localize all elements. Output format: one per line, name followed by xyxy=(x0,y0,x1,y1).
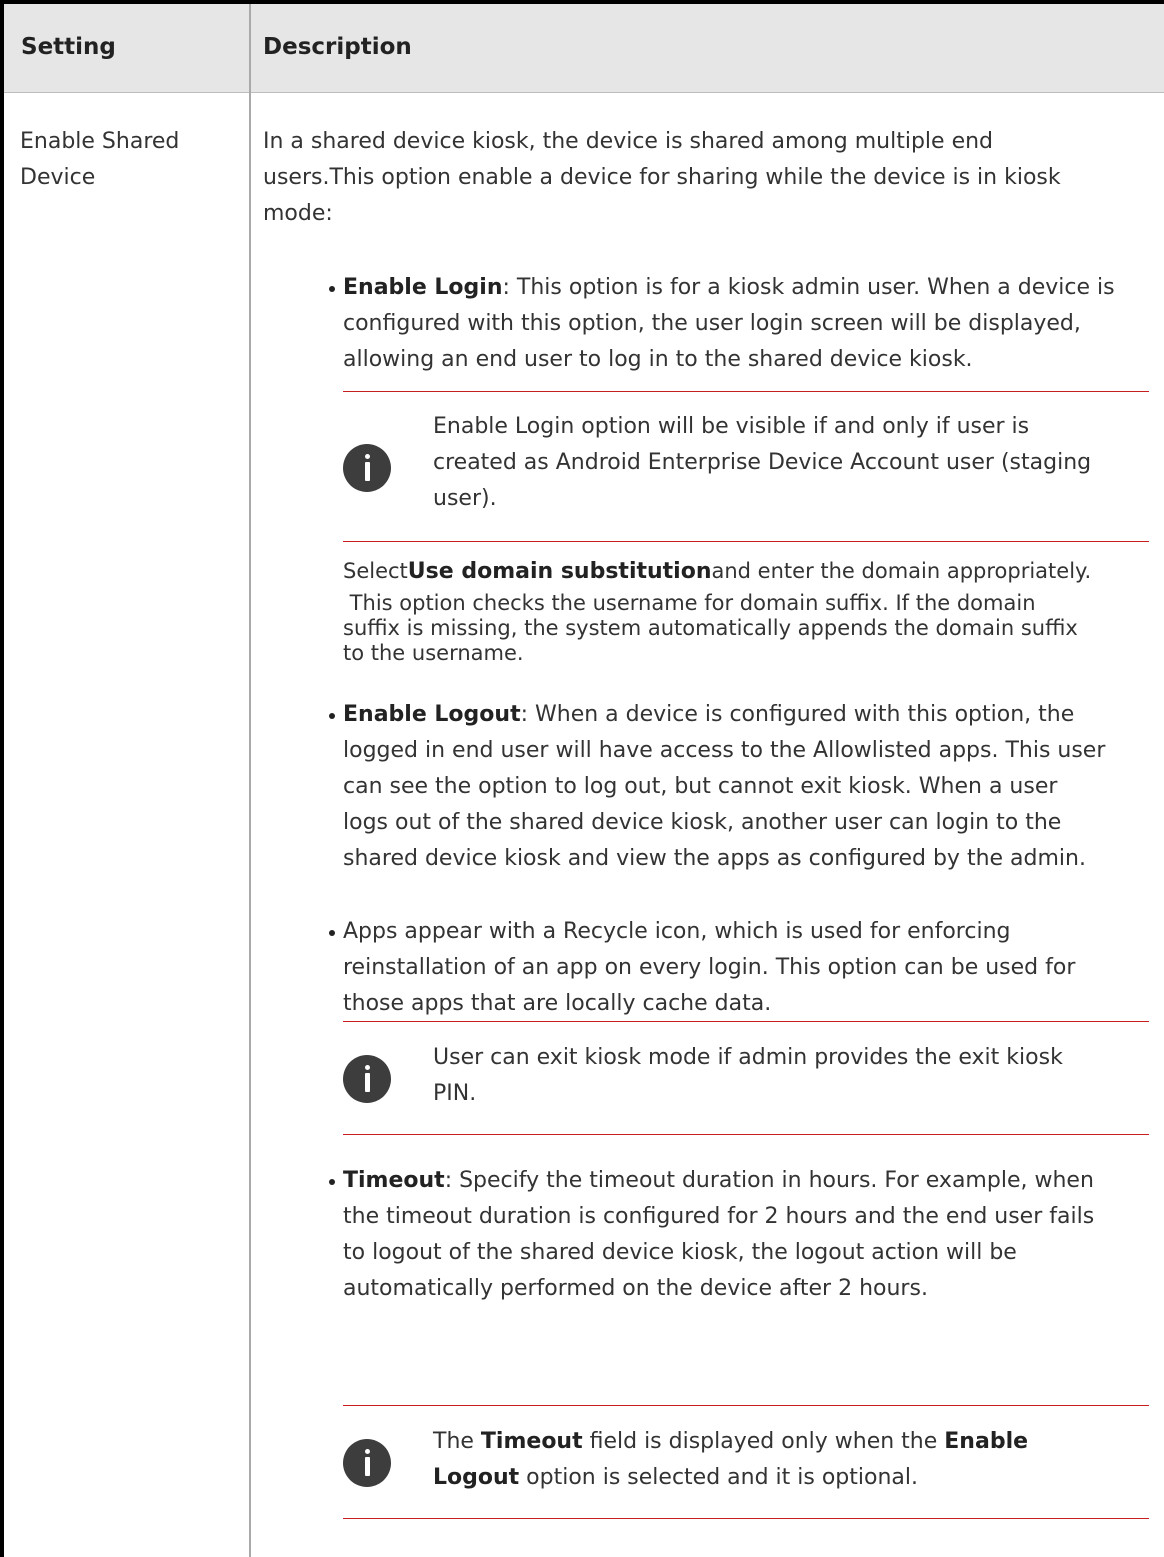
text-line: users.This option enable a device for sh… xyxy=(263,165,1061,190)
text-line: logs out of the shared device kiosk, ano… xyxy=(343,810,1062,835)
setting-name: Enable Shared Device xyxy=(20,124,230,196)
enable-logout-label-part2: Logout xyxy=(433,1465,520,1490)
timeout-label: Timeout xyxy=(343,1168,445,1193)
text-line: logged in end user will have access to t… xyxy=(343,738,1106,763)
note-enable-login: Enable Login option will be visible if a… xyxy=(343,391,1149,542)
note-text: User can exit kiosk mode if admin provid… xyxy=(433,1040,1063,1112)
text-line: the timeout duration is configured for 2… xyxy=(343,1204,1095,1229)
timeout-field-label: Timeout xyxy=(480,1429,583,1454)
enable-logout-label-part1: Enable xyxy=(944,1429,1029,1454)
text-span: : When a device is configured with this … xyxy=(520,702,1075,727)
bullet-timeout: Timeout: Specify the timeout duration in… xyxy=(329,1163,1153,1307)
text-line: mode: xyxy=(263,201,333,226)
text-line: User can exit kiosk mode if admin provid… xyxy=(433,1045,1063,1070)
text-line: Timeout: Specify the timeout duration in… xyxy=(343,1163,1153,1199)
column-divider xyxy=(249,4,251,1557)
text-line: configured with this option, the user lo… xyxy=(343,311,1081,336)
note-timeout: The Timeout field is displayed only when… xyxy=(343,1405,1149,1519)
text-line: created as Android Enterprise Device Acc… xyxy=(433,450,1092,475)
text-line: Enable Logout: When a device is configur… xyxy=(343,697,1153,733)
text-line: Logout option is selected and it is opti… xyxy=(433,1460,1028,1496)
bullet-recycle: Apps appear with a Recycle icon, which i… xyxy=(329,914,1153,1022)
text-line: In a shared device kiosk, the device is … xyxy=(263,129,994,154)
header-description-cell: Description xyxy=(251,4,1164,93)
enable-login-label: Enable Login xyxy=(343,275,503,300)
text-line: shared device kiosk and view the apps as… xyxy=(343,846,1086,871)
setting-name-line: Device xyxy=(20,165,96,190)
text-line: suffix is missing, the system automatica… xyxy=(343,616,1078,640)
intro-paragraph: In a shared device kiosk, the device is … xyxy=(263,124,1143,232)
text-span: Select xyxy=(343,559,408,583)
text-span: : This option is for a kiosk admin user.… xyxy=(502,275,1115,300)
text-line: Enable Login option will be visible if a… xyxy=(433,414,1030,439)
text-line: PIN. xyxy=(433,1081,477,1106)
text-line: to logout of the shared device kiosk, th… xyxy=(343,1240,1017,1265)
enable-logout-label: Enable Logout xyxy=(343,702,521,727)
info-icon xyxy=(343,1439,391,1487)
text-span: and enter the domain appropriately. xyxy=(711,559,1092,583)
text-line: This option checks the username for doma… xyxy=(343,591,1036,615)
bullet-enable-login: Enable Login: This option is for a kiosk… xyxy=(329,270,1153,378)
note-text: The Timeout field is displayed only when… xyxy=(433,1424,1028,1496)
text-line: Apps appear with a Recycle icon, which i… xyxy=(343,919,1011,944)
text-line: automatically performed on the device af… xyxy=(343,1276,928,1301)
text-line: can see the option to log out, but canno… xyxy=(343,774,1058,799)
text-line: user). xyxy=(433,486,497,511)
text-line: The Timeout field is displayed only when… xyxy=(433,1424,1028,1460)
text-span: field is displayed only when the xyxy=(582,1429,945,1454)
header-setting-cell: Setting xyxy=(4,4,249,93)
text-line: Enable Login: This option is for a kiosk… xyxy=(343,270,1153,306)
text-line: those apps that are locally cache data. xyxy=(343,991,772,1016)
domain-substitution-paragraph: SelectUse domain substitutionand enter t… xyxy=(343,552,1143,666)
setting-name-line: Enable Shared xyxy=(20,129,180,154)
settings-table: Setting Description Enable Shared Device… xyxy=(0,0,1164,1557)
text-line: allowing an end user to log in to the sh… xyxy=(343,347,973,372)
use-domain-substitution-label: Use domain substitution xyxy=(407,559,712,584)
header-setting: Setting xyxy=(21,34,116,60)
text-line: SelectUse domain substitutionand enter t… xyxy=(343,552,1143,591)
text-line: reinstallation of an app on every login.… xyxy=(343,955,1076,980)
table-left-border xyxy=(0,0,4,1557)
info-icon xyxy=(343,1055,391,1103)
text-span: : Specify the timeout duration in hours.… xyxy=(444,1168,1094,1193)
info-icon xyxy=(343,444,391,492)
text-span: The xyxy=(433,1429,481,1454)
text-span: option is selected and it is optional. xyxy=(519,1465,919,1490)
header-description: Description xyxy=(263,34,412,60)
text-line: to the username. xyxy=(343,641,524,665)
note-exit-kiosk: User can exit kiosk mode if admin provid… xyxy=(343,1021,1149,1135)
note-text: Enable Login option will be visible if a… xyxy=(433,409,1091,517)
bullet-enable-logout: Enable Logout: When a device is configur… xyxy=(329,697,1153,877)
